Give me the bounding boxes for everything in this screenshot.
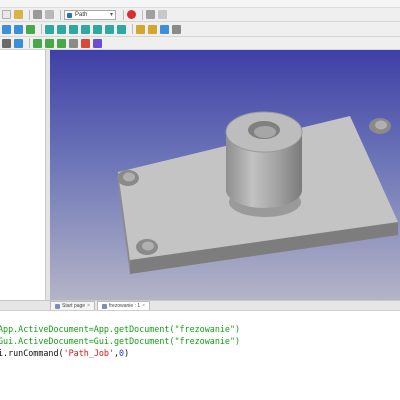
mounting-hole (375, 120, 387, 130)
console-text: i.runCommand( (0, 348, 64, 358)
toolbar-separator (123, 9, 124, 20)
cut-icon[interactable] (33, 10, 42, 19)
toolbar-separator (29, 38, 30, 48)
document-icon (102, 303, 107, 309)
console-line: i.runCommand('Path_Job',0) (0, 347, 400, 359)
chevron-down-icon: ▾ (109, 11, 113, 18)
draw-style-icon[interactable] (26, 24, 35, 34)
copy-icon[interactable] (45, 10, 54, 19)
combo-view-panel[interactable] (0, 50, 46, 300)
path-drilling-icon[interactable] (57, 38, 66, 48)
mounting-hole (123, 172, 135, 182)
toolbar-separator (132, 24, 133, 34)
menu-bar (0, 0, 400, 8)
left-view-icon[interactable] (117, 24, 126, 34)
workbench-selector[interactable]: Path ▾ (64, 9, 116, 20)
stop-macro-icon[interactable] (127, 10, 136, 19)
path-post-icon[interactable] (14, 38, 23, 48)
path-toolbar (0, 37, 400, 50)
isometric-view-icon[interactable] (45, 24, 54, 34)
top-view-icon[interactable] (69, 24, 78, 34)
console-string: 'Path_Job' (63, 348, 114, 358)
open-file-icon[interactable] (14, 10, 23, 19)
close-icon[interactable]: × (87, 303, 90, 309)
path-simulator-icon[interactable] (93, 38, 102, 48)
execute-macro-icon[interactable] (146, 10, 155, 19)
python-console[interactable]: App.ActiveDocument=App.getDocument("frez… (0, 310, 400, 400)
boss-bore-inner (254, 126, 276, 138)
new-file-icon[interactable] (2, 10, 11, 19)
right-view-icon[interactable] (81, 24, 90, 34)
path-pocket-icon[interactable] (45, 38, 54, 48)
toolbar-separator (29, 9, 30, 20)
rear-view-icon[interactable] (93, 24, 102, 34)
close-icon[interactable]: × (142, 303, 145, 309)
tab-frezowanie[interactable]: frezowanie : 1 × (97, 301, 151, 310)
console-text: ) (124, 348, 130, 358)
mounting-hole (142, 241, 154, 251)
console-text: Gui.ActiveDocument=Gui.getDocument("frez… (0, 336, 241, 346)
document-icon (55, 303, 60, 309)
fit-selection-icon[interactable] (14, 24, 23, 34)
front-view-icon[interactable] (57, 24, 66, 34)
path-dressup-icon[interactable] (81, 38, 90, 48)
tab-start-page[interactable]: Start page × (50, 301, 95, 310)
path-engrave-icon[interactable] (69, 38, 78, 48)
toolbar-separator (142, 9, 143, 20)
view-toolbar (0, 22, 400, 37)
path-profile-icon[interactable] (33, 38, 42, 48)
main-toolbar: Path ▾ (0, 8, 400, 22)
tab-label: Start page (62, 303, 86, 309)
console-line: Gui.ActiveDocument=Gui.getDocument("frez… (0, 335, 400, 347)
group-icon[interactable] (160, 24, 169, 34)
whats-this-icon[interactable] (158, 10, 167, 19)
toolbar-separator (41, 24, 42, 34)
part-icon[interactable] (148, 24, 157, 34)
measure-icon[interactable] (136, 24, 145, 34)
3d-view[interactable] (50, 50, 400, 300)
tab-label: frezowanie : 1 (109, 303, 141, 309)
bottom-view-icon[interactable] (105, 24, 114, 34)
fit-all-icon[interactable] (2, 24, 11, 34)
console-line: App.ActiveDocument=App.getDocument("frez… (0, 323, 400, 335)
toolbar-separator (60, 9, 61, 20)
workbench-label: Path (75, 11, 88, 18)
document-tab-bar: Start page × frezowanie : 1 × (0, 300, 400, 310)
freecad-window: Path ▾ Start page × frezowanie: 1 × App… (0, 0, 400, 400)
link-icon[interactable] (172, 24, 181, 34)
path-job-icon[interactable] (2, 38, 11, 48)
workbench-icon (67, 12, 72, 18)
part-model (117, 111, 398, 274)
console-text: App.ActiveDocument=App.getDocument("frez… (0, 324, 241, 334)
